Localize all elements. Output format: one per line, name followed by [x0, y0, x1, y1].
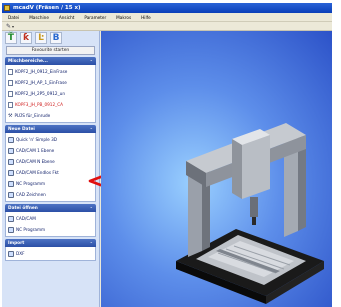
menu-ansicht[interactable]: Ansicht	[59, 15, 74, 20]
section-header-new-file[interactable]: Neue Datei ⌃	[5, 125, 96, 133]
list-item-label: KOPF2_JH_0912_EinFrase	[15, 69, 68, 74]
document-icon	[8, 147, 14, 154]
list-item[interactable]: KOPF2_JH_0912_EinFrase	[8, 66, 93, 77]
menu-makros[interactable]: Makros	[116, 15, 131, 20]
document-icon	[8, 215, 14, 222]
menu-hilfe[interactable]: Hilfe	[141, 15, 151, 20]
section-title: Import	[8, 240, 25, 246]
section-body-import: DXF	[5, 247, 96, 261]
section-title: Mischbereiche...	[8, 58, 48, 64]
file-icon	[8, 79, 13, 86]
list-item[interactable]: KOPF2_JH_AP_1_EinFrase	[8, 77, 93, 88]
menu-bar: Datei Maschine Ansicht Parameter Makros …	[2, 13, 332, 22]
new-cadcam-endlos[interactable]: CAD/CAM Endlos Fkt	[8, 167, 93, 178]
chevron-up-icon[interactable]: ⌃	[90, 206, 93, 211]
document-icon	[8, 250, 14, 257]
new-cadcam-1-ebene[interactable]: CAD/CAM 1 Ebene	[8, 145, 93, 156]
section-body-open-file: CAD/CAM NC Programm	[5, 212, 96, 237]
pen-icon[interactable]: ✎	[6, 23, 11, 30]
tree-icon[interactable]: Ť	[5, 32, 17, 44]
list-item-label: CAD/CAM	[16, 216, 36, 221]
section-body-new-file: Quick 'n' Simple 3D CAD/CAM 1 Ebene CAD/…	[5, 133, 96, 202]
chevron-up-icon[interactable]: ⌃	[90, 127, 93, 132]
list-item-label: Quick 'n' Simple 3D	[16, 137, 57, 142]
import-dxf[interactable]: DXF	[8, 248, 93, 259]
new-quick-simple-3d[interactable]: Quick 'n' Simple 3D	[8, 134, 93, 145]
menu-datei[interactable]: Datei	[8, 15, 19, 20]
document-icon	[8, 226, 14, 233]
file-icon	[8, 90, 13, 97]
book-icon[interactable]: B	[50, 32, 62, 44]
application-window: mcadV (Fräsen / 15 x) Datei Maschine Ans…	[2, 3, 332, 307]
open-cadcam[interactable]: CAD/CAM	[8, 213, 93, 224]
section-header-recent[interactable]: Mischbereiche... ⌃	[5, 57, 96, 65]
menu-maschine[interactable]: Maschine	[29, 15, 49, 20]
favorites-start-button[interactable]: Favourite starten	[6, 46, 95, 55]
open-nc-programm[interactable]: NC Programm	[8, 224, 93, 235]
new-nc-programm[interactable]: NC Programm	[8, 178, 93, 189]
app-icon	[4, 5, 10, 11]
list-item[interactable]: KOPF2_JH_2P5_0912_un	[8, 88, 93, 99]
list-item-label: DXF	[16, 251, 25, 256]
file-icon	[8, 68, 13, 75]
document-icon	[8, 169, 14, 176]
new-cad-zeichnen[interactable]: CAD Zeichnen	[8, 189, 93, 200]
list-item-label: NC Programm	[16, 181, 46, 186]
file-icon	[8, 101, 13, 108]
list-item[interactable]: ⚒ PLÜS für_Einrude	[8, 110, 93, 121]
sidebar-toolbar: Ť ƙ Ŀ B	[2, 31, 99, 45]
list-item-highlighted[interactable]: KOPF3_JH_PB_0912_CA	[8, 99, 93, 110]
list-item-label: CAD Zeichnen	[16, 192, 46, 197]
document-icon	[8, 158, 14, 165]
chevron-up-icon[interactable]: ⌃	[90, 241, 93, 246]
section-header-open-file[interactable]: Datei öffnen ⌃	[5, 204, 96, 212]
chevron-up-icon[interactable]: ⌃	[90, 59, 93, 64]
wrench-icon: ⚒	[8, 112, 13, 119]
section-title: Datei öffnen	[8, 205, 38, 211]
list-item-label: KOPF2_JH_2P5_0912_un	[15, 91, 65, 96]
new-cadcam-n-ebene[interactable]: CAD/CAM N Ebene	[8, 156, 93, 167]
toolbar: ✎ ▾	[2, 22, 332, 31]
document-icon	[8, 180, 14, 187]
list-item-label: KOPF2_JH_AP_1_EinFrase	[15, 80, 67, 85]
document-icon	[8, 191, 14, 198]
list-item-label: PLÜS für_Einrude	[14, 113, 51, 118]
list-item-label: CAD/CAM Endlos Fkt	[16, 170, 59, 175]
section-title: Neue Datei	[8, 126, 35, 132]
list-item-label: KOPF3_JH_PB_0912_CA	[15, 102, 64, 107]
title-bar[interactable]: mcadV (Fräsen / 15 x)	[2, 3, 332, 13]
chevron-down-icon[interactable]: ▾	[12, 24, 14, 29]
list-item-label: CAD/CAM N Ebene	[16, 159, 55, 164]
menu-parameter[interactable]: Parameter	[84, 15, 106, 20]
cnc-machine-illustration	[176, 123, 324, 304]
3d-viewport[interactable]	[101, 31, 332, 307]
list-item-label: CAD/CAM 1 Ebene	[16, 148, 55, 153]
tools-icon[interactable]: ƙ	[20, 32, 32, 44]
section-body-recent: KOPF2_JH_0912_EinFrase KOPF2_JH_AP_1_Ein…	[5, 65, 96, 123]
list-item-label: NC Programm	[16, 227, 46, 232]
section-header-import[interactable]: Import ⌃	[5, 239, 96, 247]
sidebar: Ť ƙ Ŀ B Favourite starten Mischbereiche.…	[2, 31, 100, 307]
ruler-icon[interactable]: Ŀ	[35, 32, 47, 44]
document-icon	[8, 136, 14, 143]
window-title: mcadV (Fräsen / 15 x)	[13, 5, 81, 11]
